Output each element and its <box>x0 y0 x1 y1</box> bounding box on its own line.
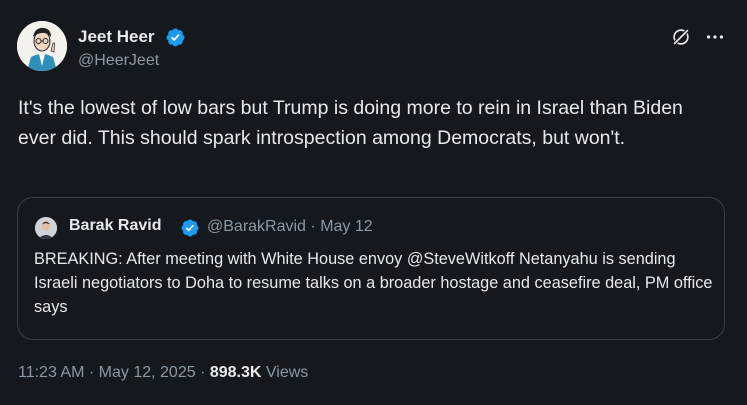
portrait-icon <box>35 217 57 239</box>
author-handle[interactable]: @HeerJeet <box>78 52 159 70</box>
quoted-tweet[interactable]: Barak Ravid @BarakRavid · May 12 BREAKIN… <box>17 197 725 340</box>
tweet-footer-meta: 11:23 AM · May 12, 2025 · 898.3K Views <box>18 364 308 382</box>
separator-dot: · <box>200 364 206 381</box>
author-name[interactable]: Jeet Heer <box>78 27 155 47</box>
caricature-icon <box>17 21 67 71</box>
quote-meta: @BarakRavid · May 12 <box>207 218 373 236</box>
grok-icon[interactable] <box>670 26 692 48</box>
tweet-text: It's the lowest of low bars but Trump is… <box>18 97 683 149</box>
separator-dot: · <box>310 218 316 235</box>
tweet-time[interactable]: 11:23 AM <box>18 364 84 381</box>
quote-date[interactable]: May 12 <box>320 218 372 235</box>
views-count: 898.3K <box>209 364 262 381</box>
verified-badge-icon[interactable] <box>165 27 186 48</box>
quote-author-handle[interactable]: @BarakRavid <box>207 218 306 235</box>
views-label: Views <box>265 364 309 381</box>
quote-text: BREAKING: After meeting with White House… <box>34 250 713 316</box>
more-icon[interactable] <box>704 26 726 48</box>
tweet-date[interactable]: May 12, 2025 <box>99 364 196 381</box>
author-avatar[interactable] <box>17 21 67 71</box>
tweet-card: Jeet Heer @HeerJeet It's the lowest of l… <box>0 0 747 405</box>
verified-badge-icon[interactable] <box>180 218 200 238</box>
quote-author-name[interactable]: Barak Ravid <box>69 217 162 235</box>
separator-dot: · <box>88 364 95 381</box>
quote-author-avatar[interactable] <box>35 217 57 239</box>
